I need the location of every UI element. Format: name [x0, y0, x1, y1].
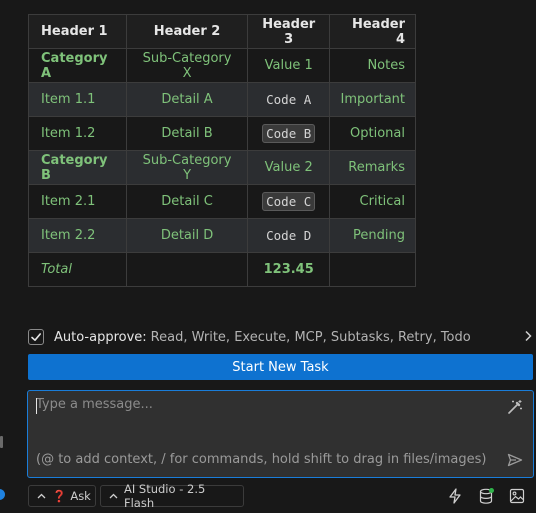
enhance-prompt-wand-icon[interactable] — [507, 399, 523, 419]
table-header-cell: Header 2 — [125, 14, 249, 49]
table-cell: Pending — [328, 218, 417, 253]
table-cell: Optional — [328, 116, 417, 151]
table-row: Category B Sub-Category Y Value 2 Remark… — [28, 150, 417, 185]
auto-approve-bar[interactable]: Auto-approve: Read, Write, Execute, MCP,… — [28, 327, 533, 347]
bottom-toolbar: ❓ Ask AI Studio - 2.5 Flash — [28, 482, 533, 510]
table-header-cell: Header 1 — [28, 14, 127, 49]
table-cell: Important — [328, 82, 417, 117]
table-row: Item 1.2 Detail B Code B Optional — [28, 116, 417, 151]
table-cell: Remarks — [328, 150, 417, 185]
auto-approve-items: Read, Write, Execute, MCP, Subtasks, Ret… — [150, 329, 471, 345]
question-mark-icon: ❓ — [52, 489, 67, 503]
table-cell: Value 1 — [247, 48, 330, 83]
markdown-table: Header 1 Header 2 Header 3 Header 4 Cate… — [28, 14, 417, 287]
table-cell: Item 2.2 — [28, 218, 127, 253]
mode-selector[interactable]: ❓ Ask — [28, 485, 96, 507]
table-cell: Detail B — [125, 116, 249, 151]
table-cell: Code B — [247, 116, 330, 151]
table-cell — [125, 252, 249, 287]
model-label: AI Studio - 2.5 Flash — [124, 482, 206, 510]
chevron-right-icon[interactable] — [523, 328, 533, 346]
table-cell: Detail C — [125, 184, 249, 219]
table-cell — [328, 252, 417, 287]
chevron-up-icon — [37, 491, 46, 502]
table-cell: Sub-Category X — [125, 48, 249, 83]
mode-label: Ask — [70, 489, 91, 503]
inline-code: Code D — [266, 227, 312, 243]
table-row: Item 2.2 Detail D Code D Pending — [28, 218, 417, 253]
table-cell: Item 1.1 — [28, 82, 127, 117]
table-cell: Detail A — [125, 82, 249, 117]
table-header-cell: Header 4 — [328, 14, 417, 49]
message-composer[interactable]: Type a message... (@ to add context, / f… — [27, 390, 534, 478]
inline-code: Code C — [262, 191, 316, 211]
table-cell: Sub-Category Y — [125, 150, 249, 185]
table-cell: Category A — [28, 48, 127, 83]
table-total-row: Total 123.45 — [28, 252, 417, 287]
send-icon[interactable] — [507, 453, 523, 471]
sidebar-edge-marker — [0, 436, 3, 448]
table-cell: Value 2 — [247, 150, 330, 185]
table-cell: Item 2.1 — [28, 184, 127, 219]
inline-code: Code B — [262, 123, 316, 143]
start-new-task-button[interactable]: Start New Task — [28, 354, 533, 380]
text-caret — [36, 398, 37, 414]
table-cell: Code A — [247, 82, 330, 117]
auto-approve-checkbox[interactable] — [28, 329, 44, 345]
table-cell: Item 1.2 — [28, 116, 127, 151]
table-row: Item 1.1 Detail A Code A Important — [28, 82, 417, 117]
checkmark-icon — [31, 333, 41, 341]
table-cell: Code C — [247, 184, 330, 219]
table-row: Item 2.1 Detail C Code C Critical — [28, 184, 417, 219]
total-label: Total — [28, 252, 127, 287]
table-header-row: Header 1 Header 2 Header 3 Header 4 — [28, 14, 417, 49]
image-attach-icon[interactable] — [509, 488, 525, 508]
total-value: 123.45 — [247, 252, 330, 287]
chevron-up-icon — [109, 491, 118, 502]
composer-hint: (@ to add context, / for commands, hold … — [36, 452, 487, 467]
table-cell: Detail D — [125, 218, 249, 253]
table-cell: Code D — [247, 218, 330, 253]
sidebar-badge-dot — [0, 489, 5, 500]
inline-code: Code A — [266, 91, 312, 107]
message-input-placeholder[interactable]: Type a message... — [36, 397, 153, 412]
auto-approve-label: Auto-approve: — [54, 329, 147, 345]
table-cell: Critical — [328, 184, 417, 219]
table-cell: Category B — [28, 150, 127, 185]
model-selector[interactable]: AI Studio - 2.5 Flash — [100, 482, 244, 510]
database-icon[interactable] — [479, 488, 495, 509]
table-header-cell: Header 3 — [247, 14, 330, 49]
table-row: Category A Sub-Category X Value 1 Notes — [28, 48, 417, 83]
table-cell: Notes — [328, 48, 417, 83]
lightning-icon[interactable] — [447, 488, 463, 508]
